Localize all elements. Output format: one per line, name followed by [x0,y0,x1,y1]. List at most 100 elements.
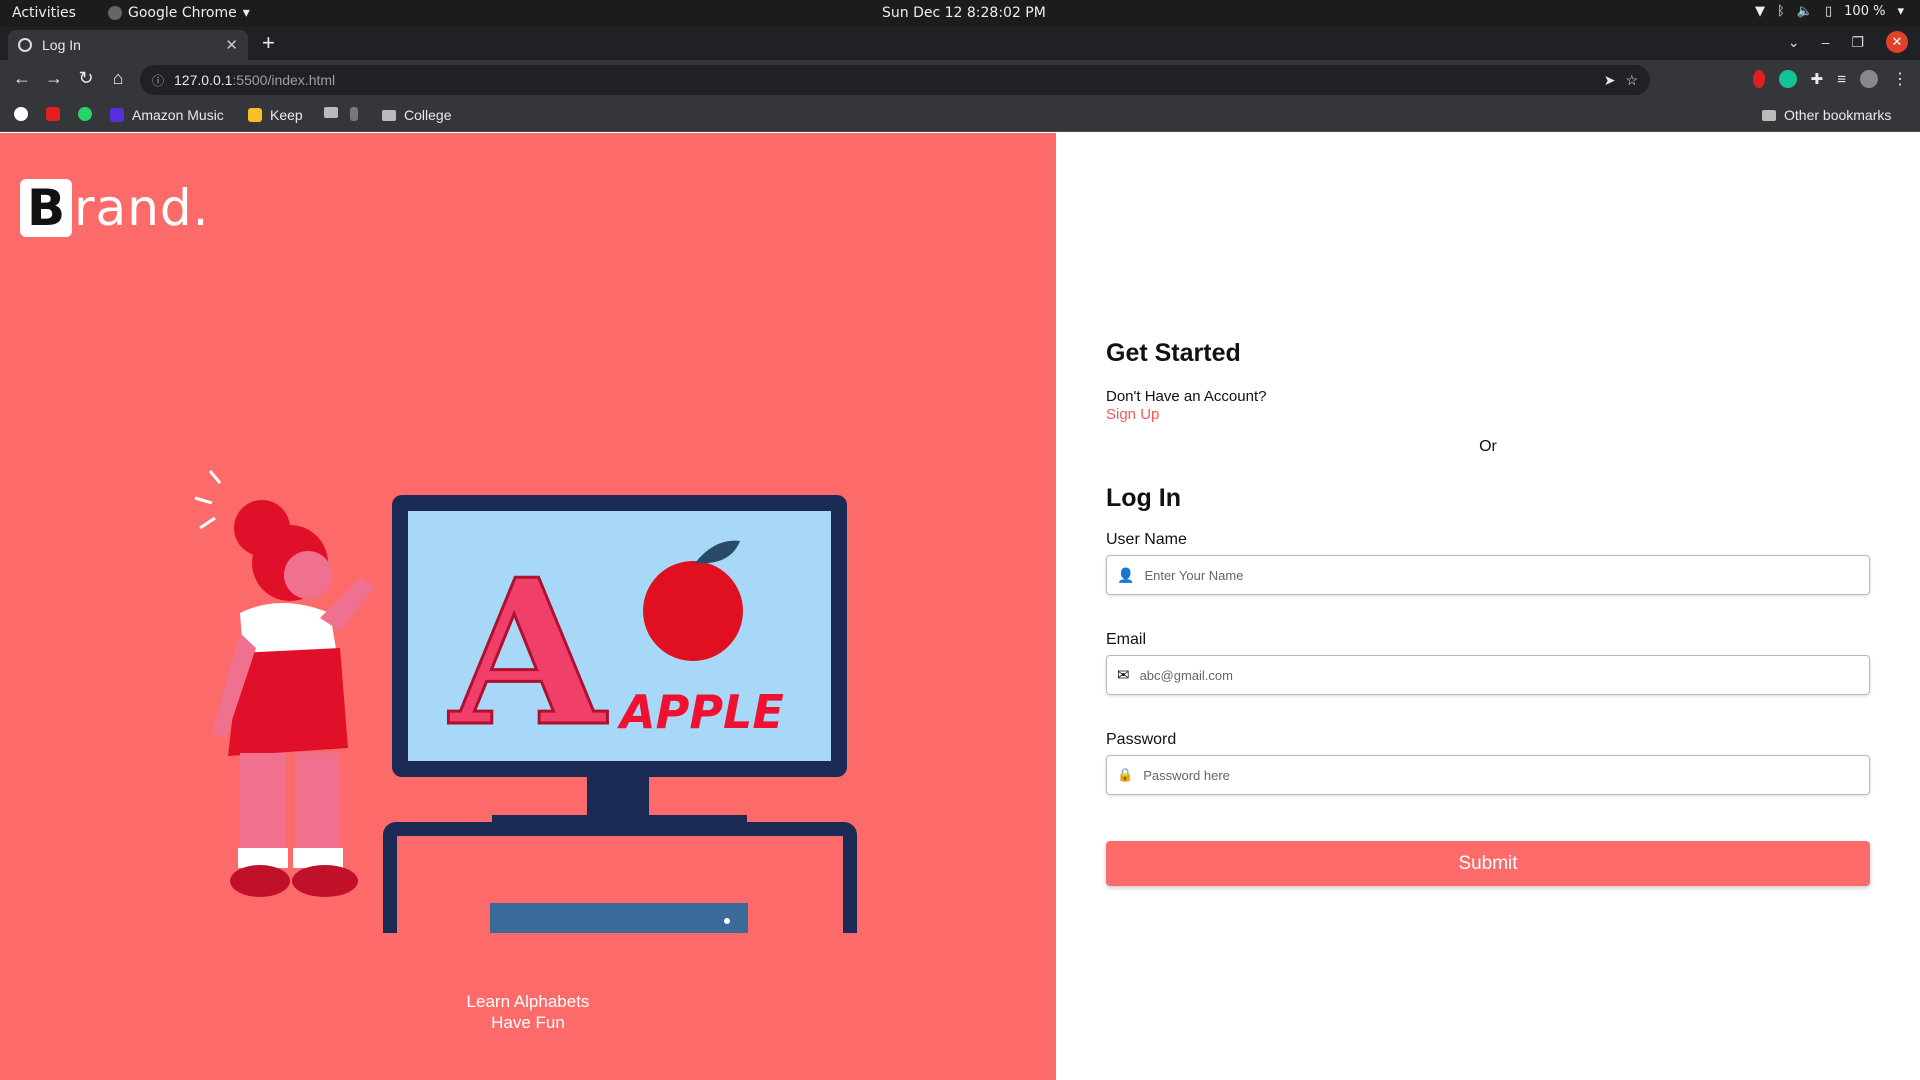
file-icon [350,107,358,121]
log-in-heading: Log In [1106,484,1181,512]
system-tray[interactable]: ▼ ᛒ 🔈 ▯ 100 % ▾ [1755,4,1904,19]
bookmark-keep[interactable]: Keep [248,107,303,123]
sign-up-link[interactable]: Sign Up [1106,406,1159,423]
get-started-heading: Get Started [1106,339,1241,367]
avatar[interactable] [1860,70,1878,88]
close-tab-icon[interactable]: ✕ [225,36,238,54]
battery-percent: 100 % [1844,4,1886,19]
console-box [490,903,748,933]
address-bar[interactable]: ⓘ 127.0.0.1:5500/index.html ➤ ☆ [140,65,1650,95]
submit-button[interactable]: Submit [1106,841,1870,886]
menu-kebab-icon[interactable]: ⋮ [1892,69,1908,89]
media-icon[interactable]: ≡ [1837,71,1846,88]
form-panel: Get Started Don't Have an Account? Sign … [1056,133,1920,1080]
folder-icon [324,107,338,118]
username-label: User Name [1106,531,1187,548]
bookmarks-bar: Amazon Music Keep College Other bookmark… [0,100,1920,132]
activities-button[interactable]: Activities [12,5,76,21]
amazon-music-icon [110,108,124,122]
monitor-stand [587,777,649,819]
letter-a: A [448,536,608,771]
kid-learning-illustration: A APPLE [194,470,857,933]
extension-icon[interactable] [1752,70,1765,88]
restore-button[interactable]: ❐ [1851,34,1864,51]
login-form: Get Started Don't Have an Account? Sign … [1106,339,1870,886]
kid-figure [194,470,375,897]
home-icon[interactable]: ⌂ [106,68,130,89]
password-field[interactable]: 🔒 [1106,755,1870,795]
email-input[interactable] [1139,667,1859,683]
whatsapp-bookmark[interactable] [78,107,92,121]
google-icon [14,107,28,121]
tab-title: Log In [42,37,81,53]
reload-icon[interactable]: ↻ [74,68,98,89]
username-input[interactable] [1144,567,1859,583]
youtube-icon [46,107,60,121]
window-controls: ⌄ – ❐ ✕ [1788,31,1908,53]
bookmark-star-icon[interactable]: ☆ [1625,72,1638,89]
bookmark-folder[interactable] [324,107,338,118]
chrome-app-icon [108,6,122,20]
back-icon[interactable]: ← [10,68,34,89]
url-path: :5500/index.html [232,72,336,88]
bookmark-label: Amazon Music [132,107,224,123]
email-field[interactable]: ✉ [1106,655,1870,695]
url-host: 127.0.0.1 [174,72,233,88]
brand-rest: rand. [74,179,210,237]
username-field[interactable]: 👤 [1106,555,1870,595]
tab-search-icon[interactable]: ⌄ [1788,34,1800,51]
new-tab-button[interactable]: + [262,32,275,54]
whatsapp-icon [78,107,92,121]
or-divider: Or [1479,438,1497,455]
brand-logo: B rand. [20,179,210,237]
folder-icon [1762,109,1776,121]
console-light [724,918,730,924]
bluetooth-icon: ᛒ [1777,4,1785,19]
email-label: Email [1106,631,1147,648]
no-account-text: Don't Have an Account? [1106,388,1267,405]
site-info-icon[interactable]: ⓘ [152,72,164,89]
bookmark-label: College [404,107,452,123]
tagline: Learn Alphabets Have Fun [428,991,628,1033]
extensions-area: ✚ ≡ ⋮ [1752,69,1908,89]
lock-icon: 🔒 [1117,767,1134,782]
browser-toolbar: ← → ↻ ⌂ ⓘ 127.0.0.1:5500/index.html ➤ ☆ … [0,60,1920,100]
bookmark-amazon-music[interactable]: Amazon Music [110,107,224,123]
system-top-bar: Activities Google Chrome ▾ Sun Dec 12 8:… [0,0,1920,27]
tagline-line-2: Have Fun [491,1013,565,1032]
brand-initial: B [20,179,72,237]
minimize-button[interactable]: – [1822,34,1830,50]
hero-panel: B rand. A APPLE Learn Alphabets Have Fun [0,133,1056,1080]
battery-icon: ▯ [1825,4,1833,19]
google-bookmark[interactable] [14,107,28,121]
send-icon[interactable]: ➤ [1604,72,1616,89]
bookmark-label: Keep [270,107,303,123]
other-bookmarks[interactable]: Other bookmarks [1762,107,1891,123]
volume-icon: 🔈 [1796,4,1813,19]
tab-strip: Log In ✕ + ⌄ – ❐ ✕ [0,27,1920,60]
app-name: Google Chrome [128,5,237,21]
caret-down-icon: ▾ [1897,4,1904,19]
grammarly-icon[interactable] [1778,70,1797,88]
keep-icon [248,108,262,122]
password-input[interactable] [1143,767,1859,783]
tagline-line-1: Learn Alphabets [466,992,590,1011]
bookmark-college[interactable]: College [382,107,451,123]
globe-icon [18,38,32,52]
page-content: B rand. A APPLE Learn Alphabets Have Fun… [0,133,1920,1080]
caret-down-icon: ▾ [242,5,250,21]
close-window-button[interactable]: ✕ [1886,31,1908,53]
youtube-bookmark[interactable] [46,107,60,121]
app-menu[interactable]: Google Chrome ▾ [108,5,250,21]
puzzle-icon[interactable]: ✚ [1811,70,1824,88]
bookmark-file[interactable] [350,107,358,121]
forward-icon[interactable]: → [42,68,66,89]
wifi-icon: ▼ [1755,4,1765,19]
apple-icon [643,561,743,661]
user-icon: 👤 [1117,566,1135,583]
apple-word: APPLE [617,685,784,739]
folder-icon [382,109,396,121]
clock[interactable]: Sun Dec 12 8:28:02 PM [882,5,1046,21]
tab-log-in[interactable]: Log In ✕ [8,30,248,60]
password-label: Password [1106,731,1177,748]
